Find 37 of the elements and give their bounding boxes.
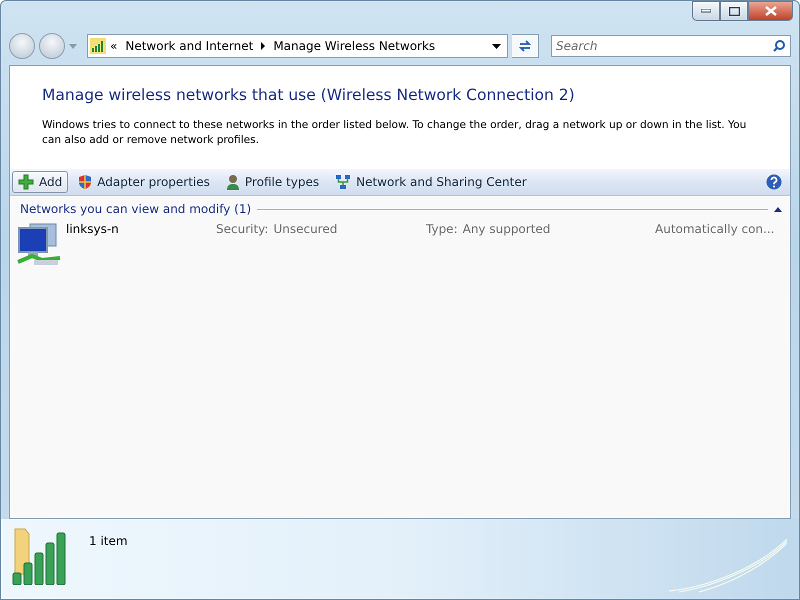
search-icon[interactable]	[773, 40, 785, 52]
plus-icon	[18, 174, 34, 190]
close-button[interactable]	[748, 1, 793, 21]
person-icon	[226, 174, 240, 190]
breadcrumb-item[interactable]: Network and Internet	[121, 39, 258, 53]
connection-mode: Automatically con...	[655, 222, 774, 236]
description-text: Windows tries to connect to these networks in the order listed below. To change the order, drag a network up or down in the list. You can also add or remove network profiles.	[41, 118, 748, 148]
shield-icon	[78, 174, 92, 190]
item-count: 1 item	[89, 534, 128, 548]
refresh-button[interactable]	[512, 34, 539, 58]
security-value: Unsecured	[273, 222, 338, 236]
address-bar[interactable]: « Network and Internet Manage Wireless Networks	[87, 34, 508, 58]
signal-bars-icon	[90, 38, 106, 54]
minimize-button[interactable]	[692, 1, 720, 21]
breadcrumb-overflow[interactable]: «	[106, 39, 122, 53]
page-heading: Manage wireless networks that use (Wireless Network Connection 2)	[41, 85, 576, 104]
toolbar-button[interactable]: Adapter properties	[72, 171, 216, 193]
maximize-icon	[728, 6, 740, 16]
search-field[interactable]: Search	[551, 35, 791, 57]
minimize-icon	[701, 9, 711, 13]
help-icon[interactable]	[766, 174, 782, 190]
toolbar-button[interactable]: Profile types	[220, 171, 326, 193]
toolbar-button[interactable]: Network and Sharing Center	[329, 171, 533, 193]
network-name[interactable]: linksys-n	[66, 222, 216, 236]
network-icon	[335, 174, 352, 190]
maximize-button[interactable]	[720, 1, 748, 21]
refresh-icon	[518, 39, 532, 53]
type-value: Any supported	[462, 222, 550, 236]
security-label: Security:	[216, 222, 268, 236]
wireless-computer-icon	[16, 222, 62, 268]
group-header: Networks you can view and modify (1)	[20, 202, 252, 216]
breadcrumb-item[interactable]: Manage Wireless Networks	[269, 39, 440, 53]
collapse-caret-icon[interactable]	[774, 206, 782, 212]
type-label: Type:	[426, 222, 458, 236]
toolbar-button[interactable]: Add	[12, 171, 68, 193]
dropdown-arrow-icon[interactable]	[492, 44, 501, 48]
close-icon	[764, 6, 776, 16]
